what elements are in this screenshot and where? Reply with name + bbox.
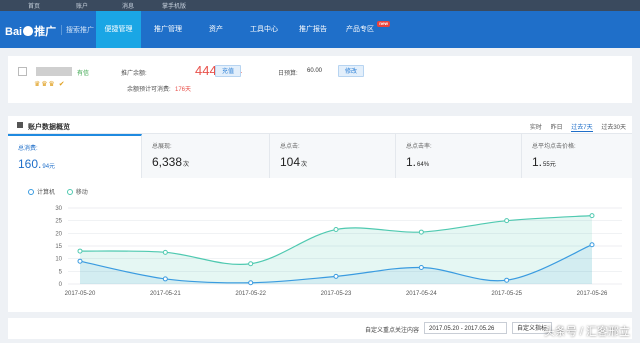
x-tick-label: 2017-05-21 — [150, 291, 181, 297]
tab-promotion-manage[interactable]: 推广管理 — [146, 11, 190, 48]
series-area-1 — [80, 215, 592, 284]
tab-reports[interactable]: 推广报告 — [291, 11, 335, 48]
est-label: 余额预计可消费: — [127, 87, 171, 93]
user-icon — [18, 67, 27, 76]
data-point — [333, 227, 339, 233]
tab-products[interactable]: 产品专区 new — [340, 11, 390, 48]
y-tick-label: 0 — [59, 282, 63, 288]
data-point — [162, 276, 168, 282]
account-summary: 有信 ♛♛♛ ✔ 推广余额: 4441.44 充值 余额预计可消费: 176天 … — [8, 56, 632, 103]
top-link-account[interactable]: 账户 — [76, 1, 88, 10]
data-point — [418, 265, 424, 271]
custom-focus-label: 自定义重点关注内容 — [365, 328, 420, 334]
top-link-mobile[interactable]: 掌手机版 — [162, 1, 186, 10]
tab-assets[interactable]: 资产 — [198, 11, 234, 48]
x-tick-label: 2017-05-24 — [406, 291, 437, 297]
y-tick-label: 30 — [55, 206, 62, 212]
recharge-button[interactable]: 充值 — [215, 65, 242, 77]
y-tick-label: 15 — [55, 244, 62, 250]
data-point — [589, 242, 595, 248]
y-tick-label: 10 — [55, 257, 62, 263]
x-tick-label: 2017-05-20 — [65, 291, 96, 297]
data-point — [333, 273, 339, 279]
x-tick-label: 2017-05-23 — [321, 291, 352, 297]
data-point — [162, 249, 168, 255]
dashboard-panel: 账户数据概览 实时 昨日 过去7天 过去30天 总消费: 160.94元 总展现… — [8, 116, 632, 312]
x-tick-label: 2017-05-26 — [577, 291, 608, 297]
tab-quick-manage[interactable]: 便捷管理 — [96, 11, 141, 48]
new-badge: new — [377, 21, 390, 27]
data-point — [504, 218, 510, 224]
x-tick-label: 2017-05-22 — [235, 291, 266, 297]
data-point — [77, 258, 83, 264]
top-link-messages[interactable]: 消息 — [122, 1, 134, 10]
y-tick-label: 25 — [55, 219, 62, 225]
main-nav: Bai 推广 搜索推广 便捷管理 推广管理 资产 工具中心 推广报告 产品专区 ne… — [0, 11, 640, 48]
y-tick-label: 20 — [55, 231, 62, 237]
trend-chart: 0 5 10 15 20 25 30 2017-05-20 2017-05-21 2017-05-… — [55, 206, 622, 297]
data-point — [248, 280, 254, 286]
data-point — [418, 229, 424, 235]
logo-subtitle: 搜索推广 — [61, 25, 94, 35]
data-point — [589, 213, 595, 219]
baidu-logo[interactable]: Bai 推广 — [5, 23, 56, 39]
est-days: 176天 — [175, 87, 192, 93]
budget-label: 日预算: — [278, 71, 298, 77]
modify-budget-button[interactable]: 修改 — [338, 65, 365, 77]
date-range-picker[interactable]: 2017.05.20 - 2017.05.26 — [424, 322, 507, 334]
data-point — [77, 248, 83, 254]
watermark: 头条号 / 汇客邢立 — [543, 326, 630, 338]
budget-value: 60.00 — [307, 68, 323, 74]
balance-label: 推广余额: — [121, 71, 147, 77]
tab-tools[interactable]: 工具中心 — [243, 11, 285, 48]
y-tick-label: 5 — [59, 269, 63, 275]
x-tick-label: 2017-05-25 — [491, 291, 522, 297]
data-point — [504, 277, 510, 283]
top-link-home[interactable]: 首页 — [28, 1, 40, 10]
username-blurred — [36, 67, 72, 76]
verified-badge: 有信 — [77, 71, 90, 77]
paw-icon — [23, 26, 34, 36]
bottom-bar: 自定义重点关注内容 2017.05.20 - 2017.05.26 自定义指标 — [8, 318, 632, 339]
top-utility-bar: 首页 账户 消息 掌手机版 — [0, 0, 640, 11]
data-point — [248, 261, 254, 267]
medal-icons: ♛♛♛ ✔ — [34, 81, 66, 88]
